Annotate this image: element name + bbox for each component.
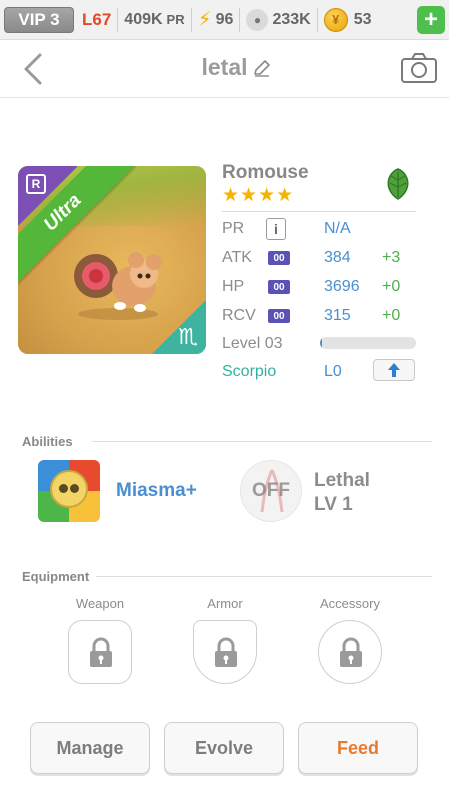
vip-badge[interactable]: VIP 3	[4, 6, 74, 33]
add-currency-button[interactable]: +	[417, 5, 445, 34]
player-level: L67	[82, 9, 112, 29]
accessory-slot[interactable]	[318, 620, 382, 684]
divider	[239, 7, 241, 32]
divider	[316, 7, 318, 32]
xp-progress-bar	[320, 337, 416, 349]
lightning-icon: ⚡	[197, 9, 212, 31]
leaf-element-icon[interactable]	[380, 166, 416, 202]
ability-name[interactable]: Miasma+	[116, 480, 197, 502]
page-title: letal	[201, 54, 248, 80]
atk-label: ATK	[222, 249, 252, 266]
info-icon[interactable]: i	[266, 218, 286, 240]
skull-icon	[50, 470, 88, 508]
armor-slot[interactable]	[193, 620, 257, 684]
arrow-up-icon	[388, 363, 400, 377]
hp-label: HP	[222, 278, 245, 295]
monster-portrait[interactable]: R Ultra ♏	[18, 166, 206, 354]
lock-icon	[90, 637, 112, 667]
status-bar: VIP 3 L67 409K PR ⚡ 96 ● 233K ¥ 53 +	[0, 0, 449, 40]
food-value: 233K	[272, 10, 311, 28]
page-header: letal	[0, 40, 449, 98]
rcv-label: RCV	[222, 307, 256, 324]
hp-value: 3696	[324, 278, 360, 295]
lock-icon	[340, 637, 362, 667]
feed-button[interactable]: Feed	[298, 722, 418, 774]
energy-value: 96	[215, 10, 234, 28]
zodiac-name: Scorpio	[222, 363, 277, 380]
rcv-bonus: +0	[382, 307, 401, 324]
energy-counter[interactable]: ⚡ 96	[198, 7, 234, 32]
food-counter[interactable]: ● 233K	[246, 8, 311, 31]
atk-row: ATK 00 384 +3	[222, 249, 422, 273]
divider	[92, 441, 432, 442]
pr-row: PR i N/A	[222, 218, 422, 244]
evolve-button[interactable]: Evolve	[164, 722, 284, 774]
rarity-letter-badge: R	[26, 174, 46, 194]
rcv-row: RCV 00 315 +0	[222, 307, 422, 331]
level-label: Level 03	[222, 335, 283, 352]
hp-row: HP 00 3696 +0	[222, 278, 422, 302]
equipment-section-label: Equipment	[22, 569, 90, 584]
camera-icon[interactable]	[400, 52, 438, 84]
rcv-value: 315	[324, 307, 351, 324]
pr-value: N/A	[324, 220, 351, 237]
atk-enhance-tag: 00	[268, 251, 290, 265]
accessory-label: Accessory	[320, 596, 380, 611]
coin-value: 53	[353, 10, 372, 28]
passive-ability-level: LV 1	[314, 494, 353, 515]
coin-icon: ¥	[323, 7, 348, 32]
star-rating: ★★★★	[222, 185, 295, 206]
hp-bonus: +0	[382, 278, 401, 295]
lock-icon	[215, 637, 237, 667]
abilities-section-label: Abilities	[22, 434, 73, 449]
zodiac-upgrade-button[interactable]	[373, 359, 415, 381]
divider	[222, 211, 416, 212]
divider	[96, 576, 432, 577]
atk-value: 384	[324, 249, 351, 266]
weapon-label: Weapon	[75, 596, 125, 611]
power-unit: PR	[166, 12, 185, 27]
claw-icon	[260, 469, 284, 513]
paw-icon: ●	[246, 8, 269, 31]
edit-name-icon[interactable]	[252, 58, 272, 78]
divider	[117, 7, 119, 32]
armor-label: Armor	[207, 596, 243, 611]
rcv-enhance-tag: 00	[268, 309, 290, 323]
divider	[190, 7, 192, 32]
scorpio-icon: ♏	[178, 324, 198, 349]
hp-enhance-tag: 00	[268, 280, 290, 294]
power-rating: 409K PR	[124, 11, 184, 29]
atk-bonus: +3	[382, 249, 401, 266]
coin-counter[interactable]: ¥ 53	[323, 7, 372, 32]
zodiac-level: L0	[324, 363, 342, 380]
passive-ability-name: Lethal	[314, 470, 370, 491]
weapon-slot[interactable]	[68, 620, 132, 684]
monster-name: Romouse	[222, 162, 309, 183]
miasma-ability-icon[interactable]	[38, 460, 100, 522]
manage-button[interactable]: Manage	[30, 722, 150, 774]
pr-label: PR	[222, 220, 245, 237]
power-value: 409K	[124, 10, 163, 28]
